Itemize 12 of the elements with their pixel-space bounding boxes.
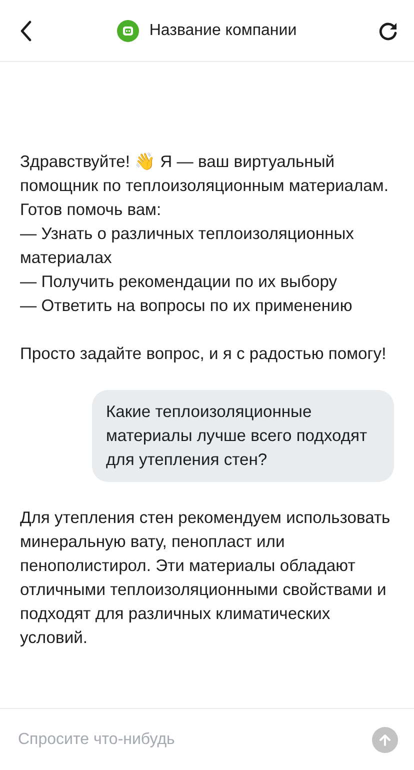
user-message-bubble: Какие теплоизоляционные материалы лучше всего подходят для утепления стен?: [92, 390, 394, 482]
message-input-field[interactable]: Спросите что-нибудь: [16, 724, 362, 756]
bot-message-text: Готов помочь вам:: [20, 199, 162, 221]
bot-message-text: Здравствуйте! 👋 Я — ваш виртуальный помощник по теплоизоляционным материалам.: [20, 151, 390, 197]
bot-message-text: — Получить рекомендации по их выбору: [20, 271, 338, 293]
bot-message-text: Просто задайте вопрос, и я с радостью помогу!: [20, 343, 388, 365]
bot-message-text: Для утепления стен рекомендуем использовать минеральную вату, пенопласт или пенополистирол. Эти материалы обладают отличными теплоизоляционными свойствами и подходят для различных климатических условий.: [20, 507, 392, 649]
bot-message-text: — Узнать о различных теплоизоляционных материалах: [20, 223, 355, 269]
company-title: Название компании: [149, 22, 297, 40]
bot-message-text: — Ответить на вопросы по их применению: [20, 295, 354, 317]
bot-logo-icon: [117, 20, 140, 42]
arrow-up-icon: [378, 732, 392, 746]
